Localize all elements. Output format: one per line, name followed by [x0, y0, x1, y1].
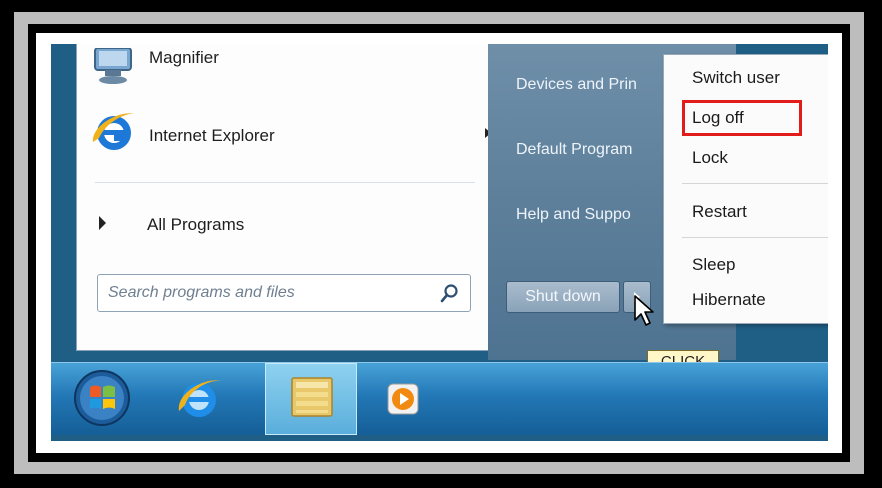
- media-player-icon[interactable]: [387, 383, 419, 415]
- devices-and-printers-link[interactable]: Devices and Prin: [516, 76, 637, 94]
- program-item-magnifier[interactable]: Magnifier: [77, 44, 489, 84]
- menu-item-lock[interactable]: Lock: [692, 148, 728, 168]
- taskbar: [51, 362, 828, 435]
- all-programs-label: All Programs: [147, 215, 245, 234]
- search-icon[interactable]: [440, 283, 460, 303]
- magnifier-icon: [94, 48, 132, 84]
- windows-start-menu-screenshot: Magnifier Internet Explorer All Programs: [51, 44, 828, 441]
- default-programs-link[interactable]: Default Program: [516, 141, 633, 159]
- mouse-cursor-icon: [634, 295, 654, 326]
- menu-item-switch-user[interactable]: Switch user: [692, 68, 780, 88]
- log-off-highlight-box: [682, 100, 802, 136]
- internet-explorer-taskbar-icon[interactable]: [173, 373, 225, 425]
- menu-item-sleep[interactable]: Sleep: [692, 255, 735, 275]
- menu-item-hibernate[interactable]: Hibernate: [692, 290, 766, 310]
- shutdown-options-menu: Switch user Log off Lock Restart Sleep H…: [663, 54, 828, 324]
- search-input[interactable]: [108, 275, 418, 311]
- windows-start-orb-icon[interactable]: [73, 369, 131, 427]
- left-pane-separator: [95, 182, 475, 183]
- folder-explorer-icon: [291, 377, 333, 417]
- help-and-support-link[interactable]: Help and Suppo: [516, 206, 631, 224]
- program-item-internet-explorer[interactable]: Internet Explorer: [77, 113, 491, 154]
- magnifier-label: Magnifier: [149, 48, 219, 67]
- all-programs-arrow-icon: [99, 216, 106, 230]
- shut-down-button[interactable]: Shut down: [506, 281, 620, 313]
- explorer-taskbar-button[interactable]: [265, 363, 357, 435]
- search-box[interactable]: [97, 274, 471, 312]
- all-programs-item[interactable]: All Programs: [77, 204, 489, 244]
- internet-explorer-label: Internet Explorer: [149, 126, 275, 145]
- start-menu-left-pane: Magnifier Internet Explorer All Programs: [76, 44, 491, 351]
- menu-separator: [682, 183, 828, 184]
- menu-separator: [682, 237, 828, 238]
- menu-item-restart[interactable]: Restart: [692, 202, 747, 222]
- internet-explorer-icon: [92, 113, 135, 150]
- shut-down-label: Shut down: [525, 288, 601, 305]
